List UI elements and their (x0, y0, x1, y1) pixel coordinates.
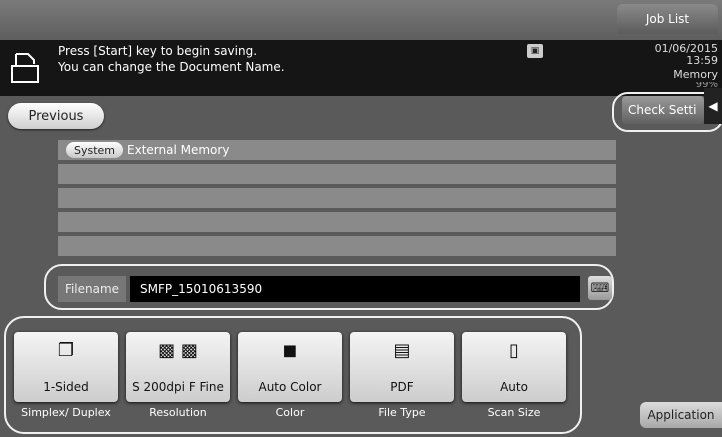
file-type-button[interactable]: ▤ PDF (350, 332, 454, 402)
keyboard-icon[interactable]: ⌨ (588, 276, 612, 300)
simplex-duplex-caption: Simplex/ Duplex (21, 406, 111, 419)
color-squares-icon: ◼ (282, 340, 298, 361)
message-line-1: Press [Start] key to begin saving. (58, 44, 258, 58)
list-item-label: External Memory (127, 143, 230, 157)
color-button[interactable]: ◼ Auto Color (238, 332, 342, 402)
file-type-caption: File Type (378, 406, 426, 419)
list-item (58, 164, 616, 184)
list-item[interactable]: System External Memory (58, 140, 616, 160)
color-value: Auto Color (258, 380, 322, 394)
top-bar (0, 0, 722, 40)
filename-label: Filename (58, 276, 126, 302)
scan-size-button[interactable]: ▯ Auto (462, 332, 566, 402)
resolution-value: S 200dpi F Fine (132, 380, 224, 394)
scan-size-caption: Scan Size (487, 406, 541, 419)
list-item (58, 188, 616, 208)
pdf-icon: ▤ (393, 340, 411, 361)
simplex-duplex-button[interactable]: ❐ 1-Sided (14, 332, 118, 402)
simplex-duplex-value: 1-Sided (43, 380, 89, 394)
resolution-button[interactable]: ▩ ▩ S 200dpi F Fine (126, 332, 230, 402)
storage-icon: ▣ (527, 44, 543, 58)
resolution-caption: Resolution (149, 406, 207, 419)
system-badge: System (66, 142, 124, 158)
application-button[interactable]: Application (640, 402, 722, 428)
previous-button[interactable]: Previous (8, 103, 104, 129)
list-item (58, 212, 616, 232)
message-bar: Press [Start] key to begin saving. You c… (0, 40, 616, 96)
color-caption: Color (275, 406, 305, 419)
list-item (58, 236, 616, 256)
time-display: 13:59 (686, 54, 718, 67)
page-icon: ▯ (509, 340, 519, 361)
file-type-value: PDF (390, 380, 414, 394)
page-1-2-icon: ❐ (57, 340, 75, 361)
memory-label: Memory (673, 68, 718, 81)
job-list-tab[interactable]: Job List (617, 4, 718, 34)
collapse-arrow-icon[interactable]: ◀ (704, 88, 722, 124)
destination-list: System External Memory (58, 140, 616, 260)
scanner-icon (11, 53, 39, 83)
scan-size-value: Auto (500, 380, 528, 394)
message-line-2: You can change the Document Name. (58, 60, 285, 74)
checker-icon: ▩ ▩ (158, 340, 198, 361)
check-settings-button[interactable]: Check Setti (622, 96, 704, 124)
filename-field[interactable]: SMFP_15010613590 (130, 276, 580, 302)
